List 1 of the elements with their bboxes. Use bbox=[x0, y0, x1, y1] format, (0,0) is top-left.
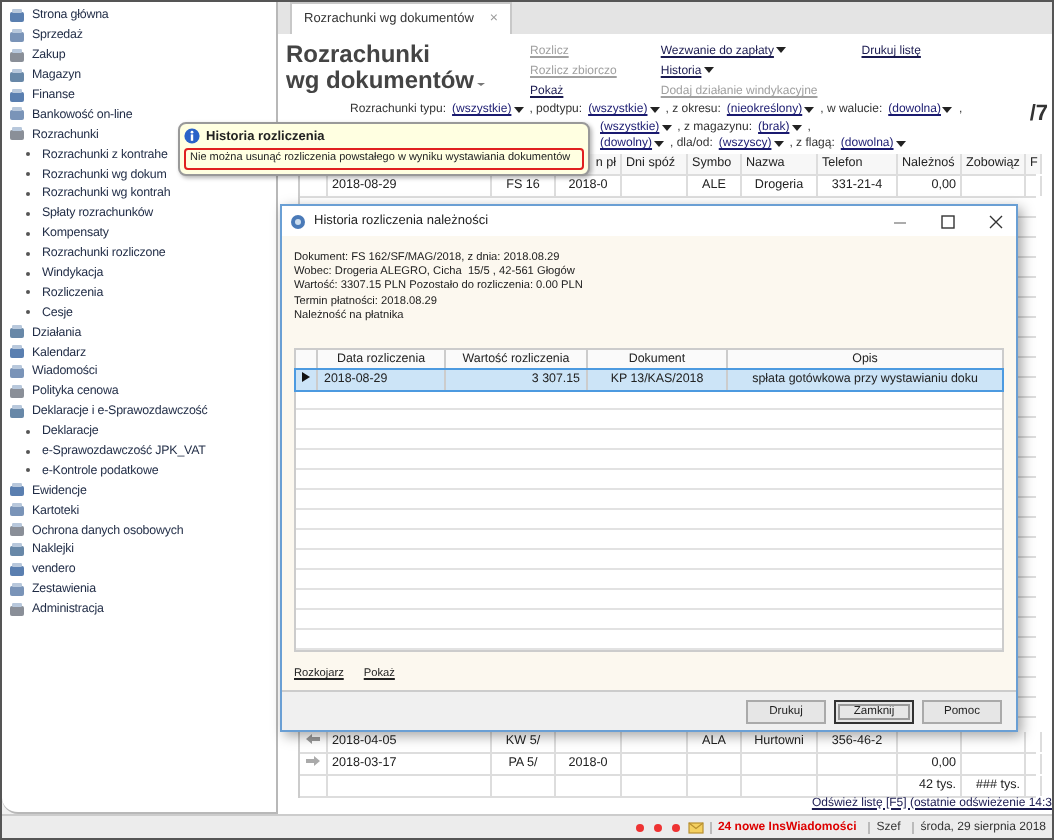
page-count: /7 bbox=[1029, 102, 1048, 127]
